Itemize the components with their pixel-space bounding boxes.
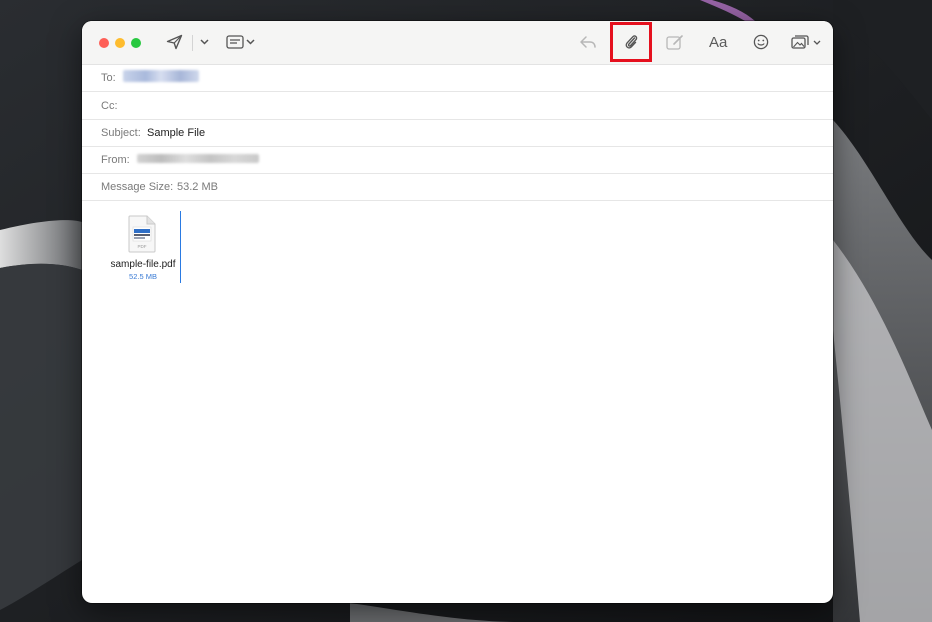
toolbar: Aa: [82, 21, 833, 65]
close-window-button[interactable]: [99, 38, 109, 48]
header-fields-icon[interactable]: [226, 35, 244, 49]
attachment-pdf[interactable]: PDF sample-file.pdf 52.5 MB: [103, 212, 183, 284]
send-icon[interactable]: [166, 34, 183, 50]
to-recipient-redacted: [123, 70, 199, 82]
cc-field[interactable]: Cc:: [82, 92, 833, 120]
from-label: From:: [101, 154, 130, 166]
zoom-window-button[interactable]: [131, 38, 141, 48]
from-address-redacted: [137, 154, 259, 163]
format-text-icon[interactable]: Aa: [709, 34, 727, 51]
attachment-filename: sample-file.pdf: [110, 259, 176, 270]
photo-browser-icon[interactable]: [791, 34, 810, 50]
markup-icon[interactable]: [666, 34, 684, 50]
reply-icon[interactable]: [579, 35, 597, 49]
message-size-row: Message Size: 53.2 MB: [82, 173, 833, 201]
subject-value[interactable]: Sample File: [147, 127, 205, 139]
header-fields-chevron-icon[interactable]: [246, 39, 255, 45]
cc-label: Cc:: [101, 100, 118, 112]
subject-field[interactable]: Subject: Sample File: [82, 119, 833, 147]
pdf-badge: PDF: [138, 244, 147, 249]
minimize-window-button[interactable]: [115, 38, 125, 48]
toolbar-separator: [192, 35, 193, 51]
to-label: To:: [101, 72, 116, 84]
subject-label: Subject:: [101, 127, 141, 139]
chevron-down-icon[interactable]: [200, 39, 209, 45]
text-cursor: [180, 211, 181, 283]
attach-button-highlight: [610, 22, 652, 62]
message-size-value: 53.2 MB: [177, 181, 218, 193]
to-field[interactable]: To:: [82, 64, 833, 92]
attachment-filesize: 52.5 MB: [129, 272, 157, 281]
pdf-file-icon: PDF: [128, 215, 156, 253]
mail-compose-window: Aa To: Cc: Subject: Sample File From: Me…: [82, 21, 833, 603]
from-field[interactable]: From:: [82, 146, 833, 174]
photo-browser-chevron-icon[interactable]: [813, 40, 821, 45]
message-size-label: Message Size:: [101, 181, 174, 193]
emoji-icon[interactable]: [753, 34, 769, 50]
